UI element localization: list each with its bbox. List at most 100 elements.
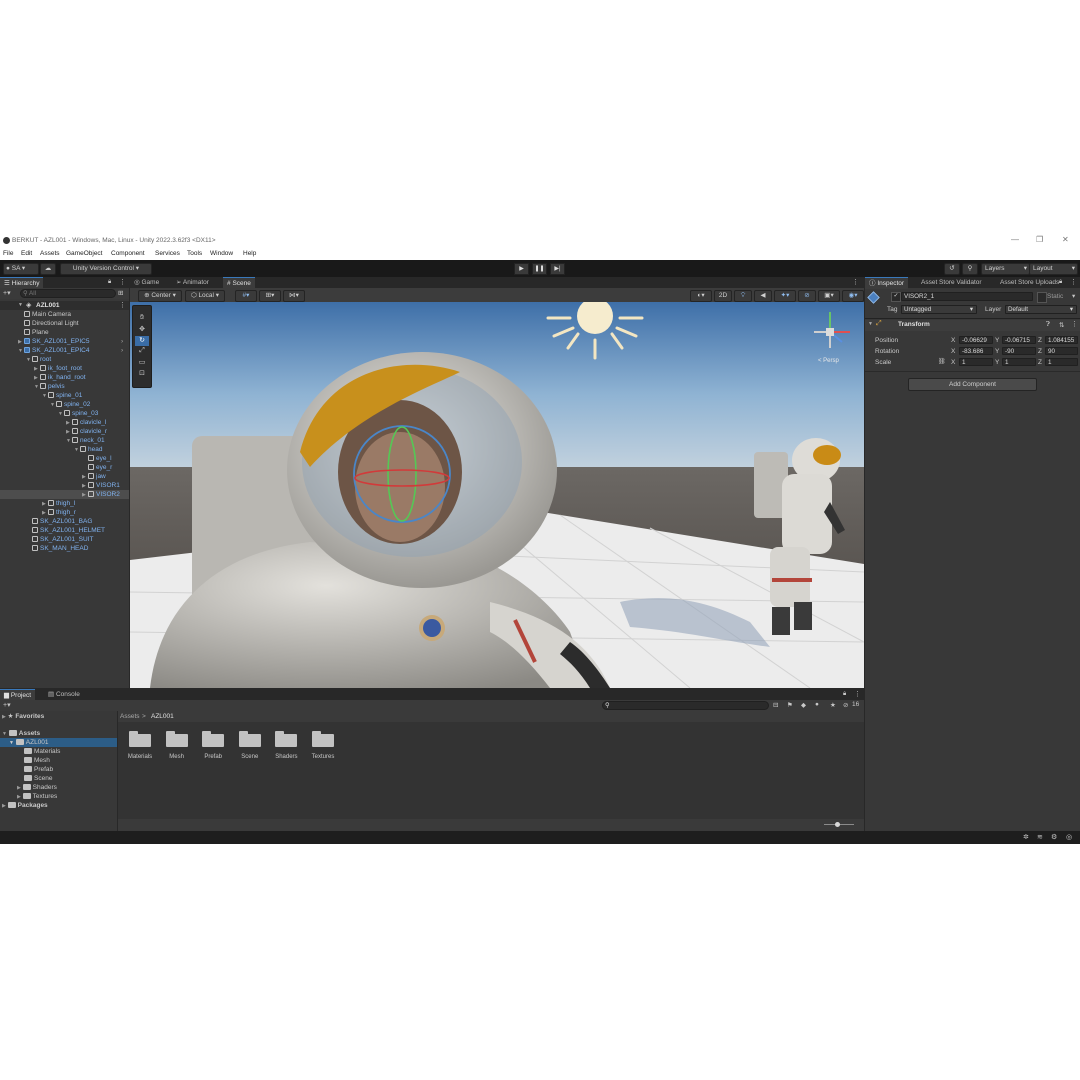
hierarchy-item[interactable]: ▶ VISOR1 — [0, 481, 129, 490]
tab-console[interactable]: ▤ Console — [44, 689, 84, 700]
minimize-button[interactable]: — — [1011, 235, 1019, 244]
scale-z-field[interactable]: 1 — [1045, 358, 1078, 366]
tab-asset-store-validator[interactable]: Asset Store Validator — [917, 277, 986, 288]
folder-label[interactable]: Materials — [122, 754, 158, 760]
hidden-packages-icon[interactable]: ● — [815, 701, 819, 708]
hierarchy-item[interactable]: ▶ ik_foot_root — [0, 364, 129, 373]
preset-icon[interactable]: ⇅ — [1059, 321, 1064, 329]
scene-more-menu-icon[interactable]: ⋮ — [852, 278, 859, 286]
layers-stack-icon[interactable]: ≋ — [1037, 833, 1043, 841]
scene-row[interactable]: ▼ ◈ AZL001 ⋮ — [0, 301, 129, 310]
search-icon[interactable]: ⚲ — [962, 263, 978, 275]
2d-toggle[interactable]: 2D — [714, 290, 732, 302]
layers-dropdown[interactable]: Layers ▾ — [981, 263, 1030, 275]
hierarchy-item[interactable]: ▼ pelvis — [0, 382, 129, 391]
tree-folder-mesh[interactable]: Mesh — [24, 756, 50, 765]
pivot-mode-dropdown[interactable]: ⊕ Center ▾ — [138, 290, 182, 302]
position-y-field[interactable]: -0.06715 — [1002, 336, 1036, 344]
hierarchy-item[interactable]: SK_AZL001_HELMET — [0, 526, 129, 535]
move-tool-icon[interactable]: ✥ — [135, 325, 149, 335]
hierarchy-item[interactable]: ▶ ik_hand_root — [0, 373, 129, 382]
scene-filter-icon[interactable]: ⊞ — [118, 289, 123, 297]
snap-increment-icon[interactable]: ⊞▾ — [259, 290, 281, 302]
search-by-type-icon[interactable]: ⊟ — [773, 701, 778, 709]
pivot-space-dropdown[interactable]: ⬡ Local ▾ — [185, 290, 225, 302]
help-icon[interactable]: ❓︎ — [1046, 321, 1050, 329]
object-name-input[interactable]: VISOR2_1 — [901, 292, 1033, 301]
position-z-field[interactable]: 1.084155 — [1045, 336, 1078, 344]
collapse-arrow-icon[interactable]: ▼ — [868, 321, 873, 327]
folder-label[interactable]: Shaders — [268, 754, 304, 760]
favorite-star-icon[interactable]: ★ — [830, 701, 836, 709]
scale-tool-icon[interactable]: ⤢ — [135, 347, 149, 357]
pause-button[interactable]: ❚❚ — [532, 263, 547, 275]
hierarchy-item[interactable]: ▶ thigh_l — [0, 499, 129, 508]
lighting-toggle-icon[interactable]: 💡︎ — [734, 290, 752, 302]
folder-icon[interactable] — [275, 731, 298, 747]
menu-edit[interactable]: Edit — [21, 250, 32, 257]
transform-header[interactable]: ▼ ⤢ Transform ❓︎ ⇅ ⋮ — [865, 320, 1080, 331]
breadcrumb-current[interactable]: AZL001 — [151, 713, 174, 720]
breadcrumb-root[interactable]: Assets — [120, 713, 140, 720]
rotation-y-field[interactable]: -90 — [1002, 347, 1036, 355]
component-menu-icon[interactable]: ⋮ — [1071, 320, 1078, 328]
hierarchy-item[interactable]: Plane — [0, 328, 129, 337]
hierarchy-item[interactable]: ▶ jaw — [0, 472, 129, 481]
grid-snap-icon[interactable]: #▾ — [235, 290, 257, 302]
tab-animator[interactable]: ➢ Animator — [172, 277, 213, 288]
static-dropdown-icon[interactable]: ▾ — [1072, 292, 1075, 301]
open-prefab-icon[interactable]: › — [121, 337, 123, 346]
menu-services[interactable]: Services — [155, 250, 180, 257]
gizmos-toggle-icon[interactable]: ◉▾ — [842, 290, 864, 302]
hierarchy-search-input[interactable]: ⚲ All — [20, 289, 116, 298]
packages-row[interactable]: ▶ Packages — [2, 801, 48, 810]
folder-label[interactable]: Textures — [305, 754, 341, 760]
hierarchy-item[interactable]: ▶ VISOR2 — [0, 490, 129, 499]
hierarchy-item[interactable]: eye_l — [0, 454, 129, 463]
folder-label[interactable]: Mesh — [159, 754, 195, 760]
hierarchy-item[interactable]: eye_r — [0, 463, 129, 472]
tag-dropdown[interactable]: Untagged ▾ — [901, 305, 977, 314]
menu-file[interactable]: File — [3, 250, 13, 257]
tag-filter-icon[interactable]: ◆ — [801, 701, 806, 709]
camera-settings-icon[interactable]: ▣▾ — [818, 290, 840, 302]
menu-window[interactable]: Window — [210, 250, 233, 257]
folder-icon[interactable] — [238, 731, 261, 747]
bug-icon[interactable]: ✲ — [1023, 833, 1029, 841]
version-control-dropdown[interactable]: Unity Version Control ▾ — [60, 263, 152, 275]
play-button[interactable]: ▶ — [514, 263, 529, 275]
hierarchy-item[interactable]: Directional Light — [0, 319, 129, 328]
search-by-label-icon[interactable]: ⚑ — [787, 701, 793, 709]
hierarchy-item[interactable]: ▼ head — [0, 445, 129, 454]
assets-row[interactable]: ▼ Assets — [2, 729, 40, 738]
active-checkbox[interactable]: ✓ — [891, 292, 901, 302]
maximize-button[interactable]: ❐ — [1036, 235, 1043, 244]
inspector-lock-icon[interactable]: 🔒︎ — [1059, 279, 1062, 286]
hierarchy-item[interactable]: ▼ spine_03 — [0, 409, 129, 418]
step-button[interactable]: ▶| — [550, 263, 565, 275]
hierarchy-item[interactable]: ▼ spine_01 — [0, 391, 129, 400]
lock-icon[interactable]: 🔒︎ — [108, 279, 111, 286]
scene-menu-icon[interactable]: ⋮ — [119, 301, 126, 309]
audio-toggle-icon[interactable]: ◀︎ — [754, 290, 772, 302]
rotate-tool-icon[interactable]: ↻ — [135, 336, 149, 346]
account-dropdown[interactable]: ● SA ▾ — [3, 263, 39, 275]
hierarchy-item[interactable]: Main Camera — [0, 310, 129, 319]
project-lock-icon[interactable]: 🔒︎ — [843, 691, 846, 698]
layout-dropdown[interactable]: Layout ▾ — [1029, 263, 1078, 275]
tree-folder-azl001[interactable]: ▼ AZL001 — [0, 738, 117, 747]
menu-tools[interactable]: Tools — [187, 250, 202, 257]
layer-dropdown[interactable]: Default ▾ — [1005, 305, 1077, 314]
scale-x-field[interactable]: 1 — [959, 358, 993, 366]
cloud-icon[interactable]: ☁ — [40, 263, 56, 275]
expand-arrow-icon[interactable]: ▼ — [18, 302, 23, 308]
scale-link-icon[interactable]: ⛓︎ — [938, 358, 946, 367]
progress-icon[interactable]: ◎ — [1066, 833, 1072, 841]
scale-y-field[interactable]: 1 — [1002, 358, 1036, 366]
hierarchy-item[interactable]: ▼ neck_01 — [0, 436, 129, 445]
hidden-count-icon[interactable]: ⊘ — [843, 701, 848, 709]
folder-label[interactable]: Scene — [232, 754, 268, 760]
close-button[interactable]: ✕ — [1062, 235, 1069, 244]
align-icon[interactable]: ⋈▾ — [283, 290, 305, 302]
tree-folder-prefab[interactable]: Prefab — [24, 765, 53, 774]
